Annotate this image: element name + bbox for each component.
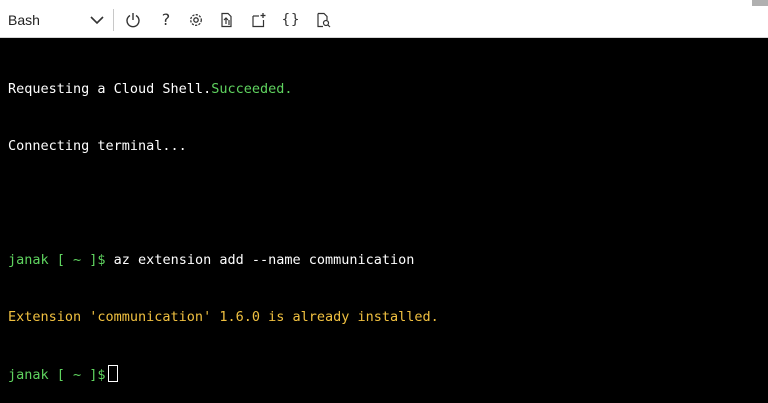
request-text: Requesting a Cloud Shell.: [8, 81, 212, 97]
shell-type-label: Bash: [8, 12, 40, 28]
braces-icon: {}: [281, 12, 301, 28]
shell-prompt-current: janak [ ~ ]$: [8, 367, 106, 383]
web-preview-icon: [317, 12, 331, 28]
editor-button[interactable]: {}: [282, 11, 300, 29]
help-icon: ?: [161, 10, 171, 29]
command-text: az extension add --name communication: [105, 252, 415, 268]
power-icon: [126, 13, 140, 28]
connecting-text: Connecting terminal...: [8, 138, 187, 154]
terminal-output[interactable]: Requesting a Cloud Shell.Succeeded. Conn…: [0, 38, 768, 383]
terminal-line-1: Requesting a Cloud Shell.Succeeded.: [8, 80, 768, 99]
window-corner: [752, 0, 768, 6]
extension-output: Extension 'communication' 1.6.0 is alrea…: [8, 309, 439, 325]
upload-download-icon: [221, 12, 232, 28]
status-succeeded: Succeeded.: [211, 81, 293, 97]
cloud-shell-toolbar: Bash ? {}: [0, 0, 768, 38]
settings-icon: [190, 14, 202, 26]
toolbar-divider: [113, 9, 114, 31]
new-session-icon: [252, 13, 266, 28]
help-button[interactable]: ?: [157, 11, 175, 29]
terminal-line-prompt: janak [ ~ ]$: [8, 365, 768, 384]
terminal-line-output: Extension 'communication' 1.6.0 is alrea…: [8, 308, 768, 327]
terminal-line-command: janak [ ~ ]$ az extension add --name com…: [8, 251, 768, 270]
terminal-line-2: Connecting terminal...: [8, 137, 768, 156]
restart-button[interactable]: [124, 11, 142, 29]
upload-download-button[interactable]: [218, 11, 236, 29]
chevron-down-icon: [90, 16, 104, 25]
web-preview-button[interactable]: [314, 11, 332, 29]
shell-type-dropdown[interactable]: Bash: [8, 9, 104, 31]
terminal-cursor[interactable]: [107, 365, 118, 382]
new-session-button[interactable]: [250, 11, 268, 29]
shell-prompt: janak [ ~ ]$: [8, 252, 106, 268]
settings-button[interactable]: [187, 11, 205, 29]
